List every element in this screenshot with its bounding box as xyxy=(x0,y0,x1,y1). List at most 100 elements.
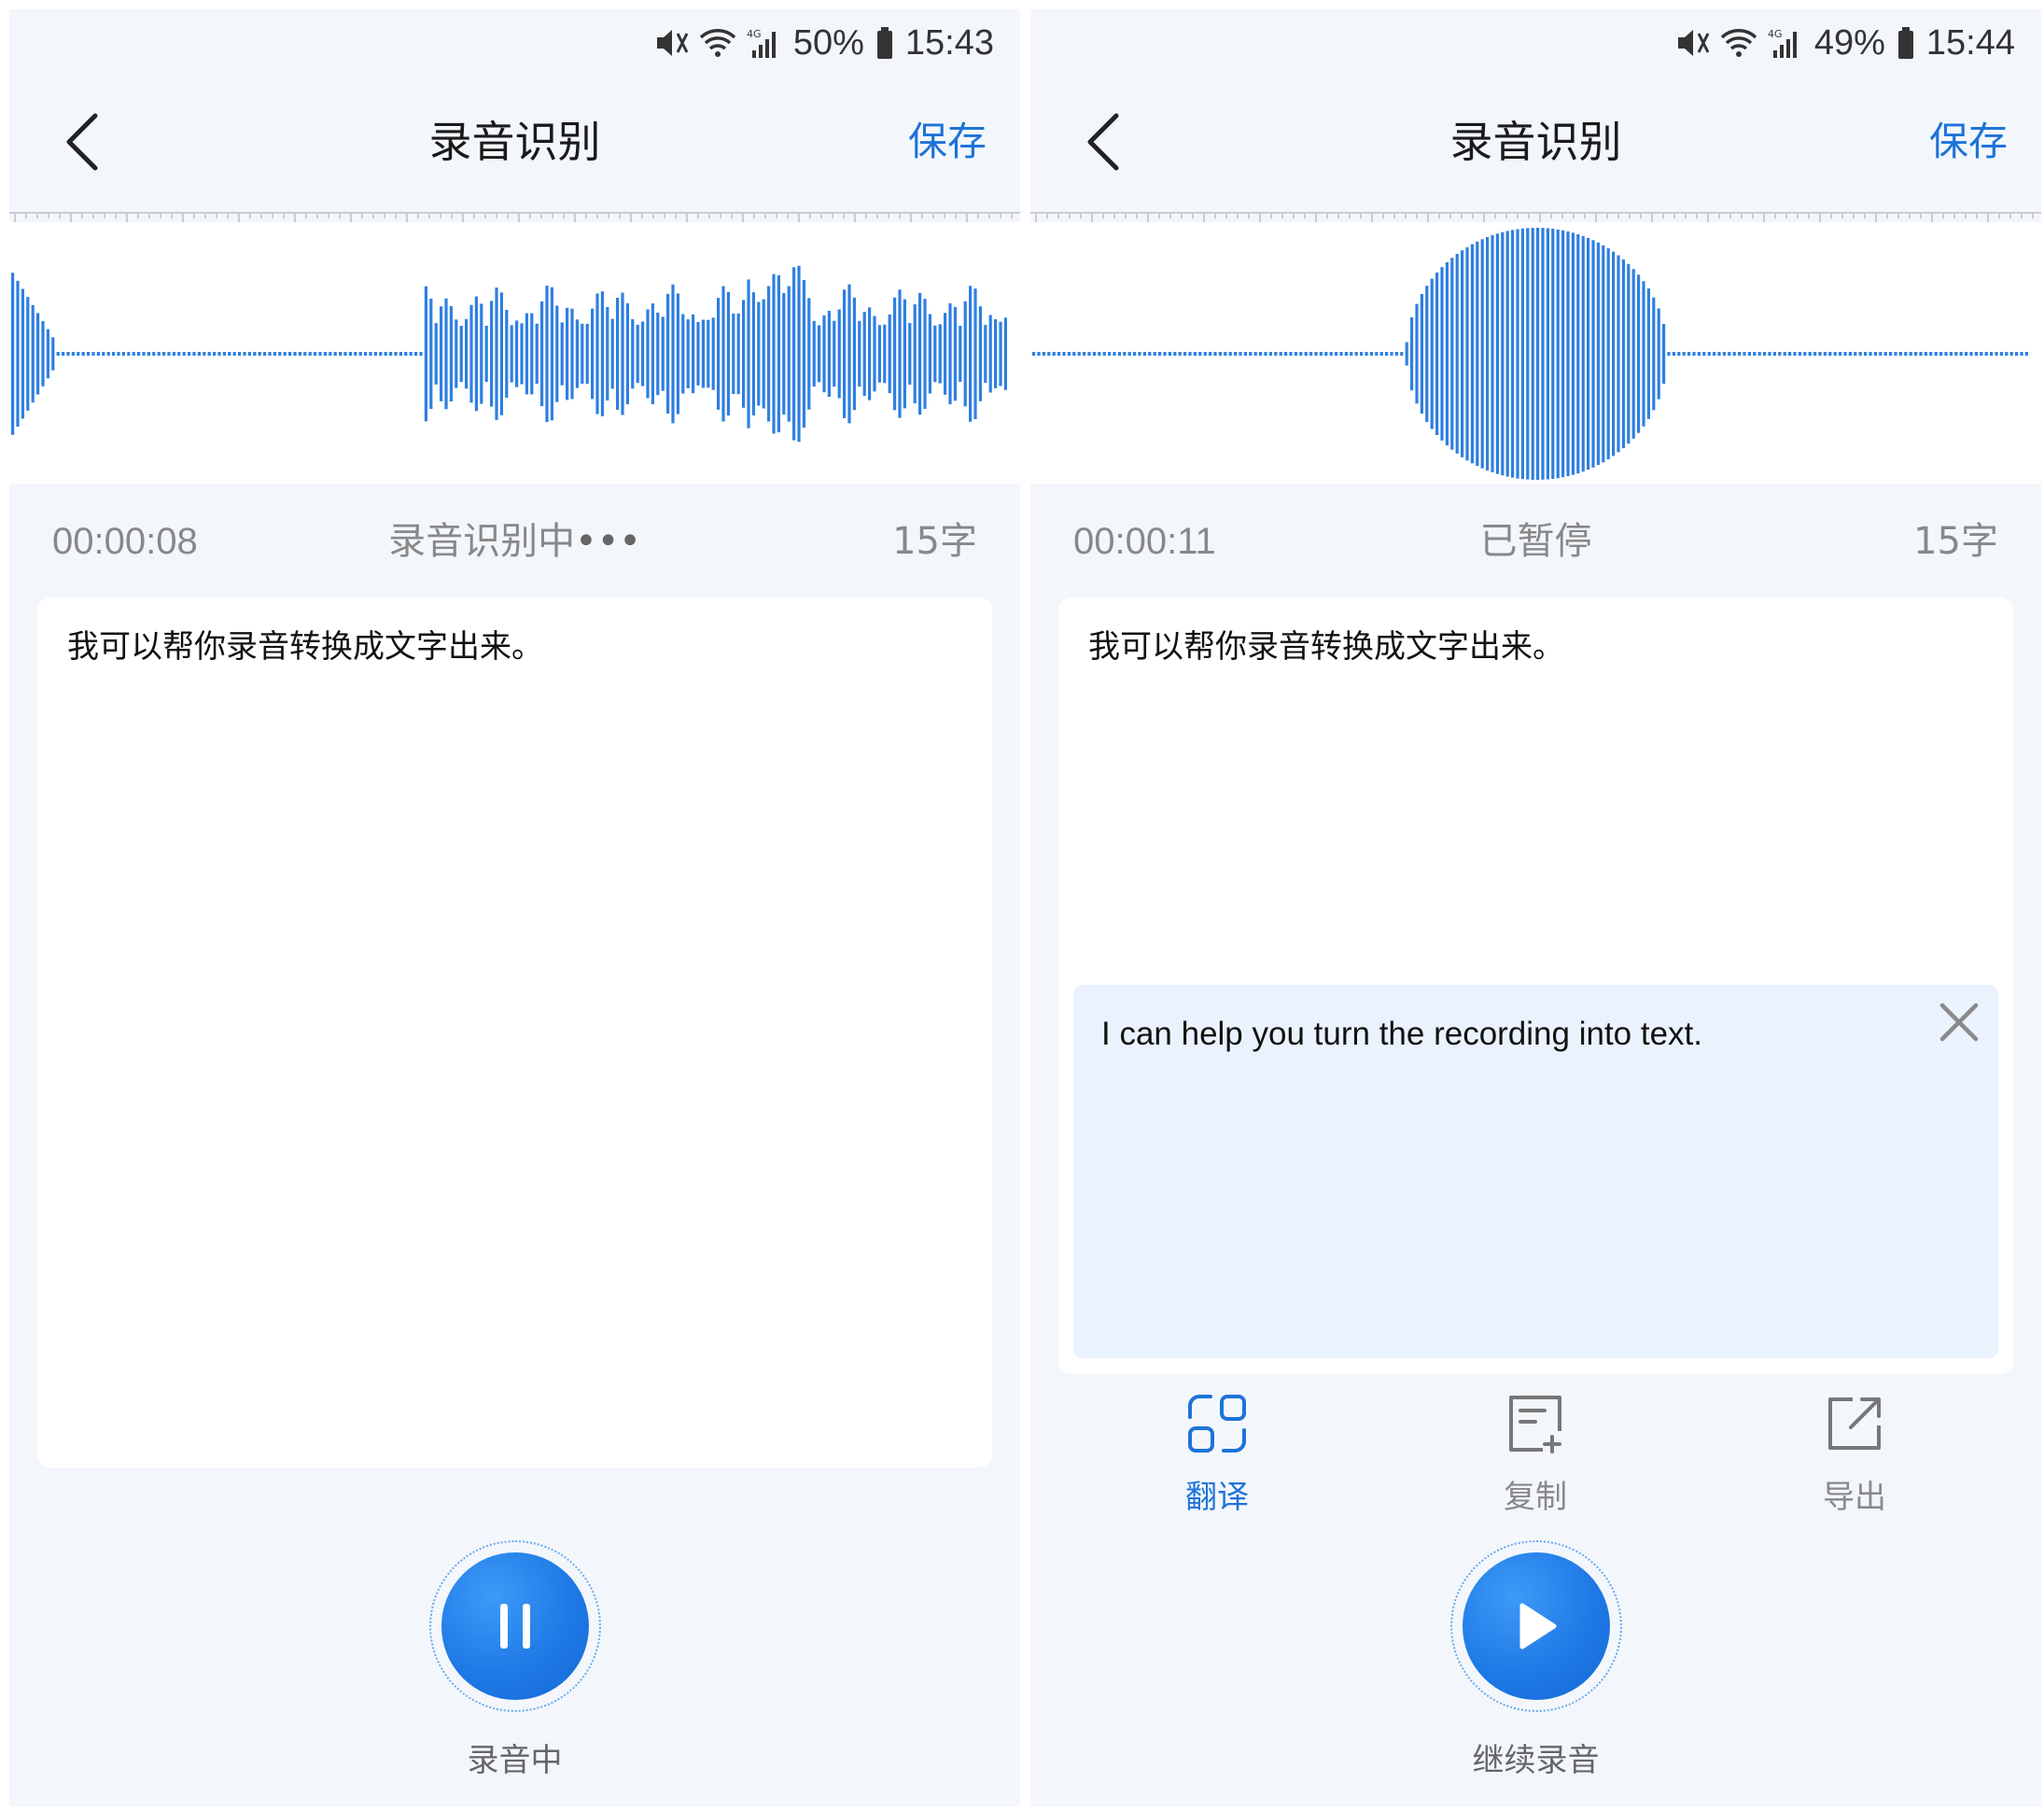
waveform-bar xyxy=(661,316,665,391)
status-row: 00:00:11 已暂停 15字 xyxy=(1030,509,2041,574)
waveform-bar xyxy=(610,318,614,389)
waveform-bar xyxy=(1697,352,1701,356)
copy-button[interactable]: 复制 xyxy=(1470,1391,1601,1522)
waveform-bar xyxy=(147,352,150,356)
save-button[interactable]: 保存 xyxy=(1929,86,2008,198)
waveform-bar xyxy=(1405,342,1408,366)
top-bar: 录音识别 保存 xyxy=(1030,86,2041,198)
waveform-bar xyxy=(117,352,120,356)
waveform-bar xyxy=(1234,352,1238,356)
transcript-card[interactable]: 我可以帮你录音转换成文字出来。 I can help you turn the … xyxy=(1058,597,2013,1374)
transcript-text[interactable]: 我可以帮你录音转换成文字出来。 xyxy=(67,625,962,668)
waveform-bar xyxy=(1465,246,1469,461)
waveform-bar xyxy=(777,274,780,433)
waveform-bar xyxy=(1974,352,1978,356)
waveform xyxy=(1030,222,2041,484)
waveform-bar xyxy=(973,288,977,419)
resume-button-core[interactable] xyxy=(1462,1552,1610,1700)
waveform-bar xyxy=(651,303,654,404)
back-button[interactable] xyxy=(1075,108,1131,175)
waveform-bar xyxy=(959,326,962,382)
status-bar: 4G 50% 15:43 xyxy=(9,9,1020,77)
waveform-bar xyxy=(162,352,166,356)
waveform-bar xyxy=(1455,254,1459,454)
waveform-bar xyxy=(1747,352,1751,356)
waveform-bar xyxy=(1864,352,1868,356)
waveform-bar xyxy=(293,352,297,356)
resume-button[interactable] xyxy=(1449,1540,1622,1712)
waveform-bar xyxy=(1294,352,1297,356)
waveform-bar xyxy=(112,352,116,356)
waveform-bar xyxy=(847,284,851,424)
waveform-bar xyxy=(1793,352,1797,356)
waveform-bar xyxy=(1445,261,1449,446)
waveform-bar xyxy=(1470,244,1474,464)
waveform-bar xyxy=(535,323,539,385)
waveform-bar xyxy=(732,313,735,395)
waveform-bar xyxy=(455,319,458,388)
char-count: 15字 xyxy=(1913,520,1998,563)
waveform-bar xyxy=(247,352,251,356)
waveform-bar xyxy=(1934,352,1938,356)
waveform-bar xyxy=(1304,352,1308,356)
close-translation-button[interactable] xyxy=(1935,998,1983,1046)
status-row: 00:00:08 录音识别中••• 15字 xyxy=(9,509,1020,574)
waveform-bar xyxy=(222,352,226,356)
waveform-bar xyxy=(26,297,30,411)
waveform-bar xyxy=(1083,352,1086,356)
waveform-bar xyxy=(1722,352,1726,356)
export-button[interactable]: 导出 xyxy=(1789,1391,1920,1522)
pause-button[interactable] xyxy=(428,1540,601,1712)
waveform-bar xyxy=(1707,352,1711,356)
waveform-bar xyxy=(1123,352,1127,356)
waveform-bar xyxy=(1360,352,1364,356)
waveform-bar xyxy=(56,352,60,356)
waveform-bar xyxy=(858,320,861,387)
waveform-bar xyxy=(298,352,301,356)
waveform-bar xyxy=(883,324,887,384)
waveform-bar xyxy=(686,319,690,388)
waveform-bar xyxy=(908,323,912,385)
waveform-bar xyxy=(1687,352,1691,356)
waveform-bar xyxy=(1631,269,1635,439)
wifi-icon xyxy=(1720,29,1757,57)
pause-button-core[interactable] xyxy=(441,1552,589,1700)
waveform-bar xyxy=(1587,237,1590,470)
waveform-bar xyxy=(1984,352,1988,356)
save-button[interactable]: 保存 xyxy=(908,86,987,198)
waveform-bar xyxy=(757,302,761,406)
waveform-bar xyxy=(525,313,528,395)
waveform-bar xyxy=(182,352,186,356)
waveform-bar xyxy=(1495,233,1499,474)
waveform-bar xyxy=(646,309,650,399)
waveform-bar xyxy=(792,267,796,441)
waveform-bar xyxy=(1037,352,1041,356)
waveform-bar xyxy=(1032,352,1036,356)
waveform-bar xyxy=(1057,352,1061,356)
waveform-bar xyxy=(1869,352,1872,356)
waveform-bar xyxy=(1117,352,1121,356)
waveform-bar xyxy=(893,297,897,411)
waveform-bar xyxy=(1999,352,2003,356)
back-button[interactable] xyxy=(54,108,110,175)
transcript-card[interactable]: 我可以帮你录音转换成文字出来。 xyxy=(37,597,992,1467)
translation-text[interactable]: I can help you turn the recording into t… xyxy=(1101,1013,1914,1056)
waveform-bar xyxy=(1924,352,1927,356)
waveform-bar xyxy=(1823,352,1827,356)
waveform-bar xyxy=(434,323,438,385)
recognition-state: 已暂停 xyxy=(1479,520,1592,563)
waveform-bar xyxy=(77,352,80,356)
waveform-bar xyxy=(152,352,156,356)
translate-button[interactable]: 翻译 xyxy=(1152,1391,1282,1522)
svg-text:4G: 4G xyxy=(747,28,762,40)
waveform-bar xyxy=(1546,228,1549,480)
transcript-text[interactable]: 我可以帮你录音转换成文字出来。 xyxy=(1088,625,1983,668)
waveform-bar xyxy=(1783,352,1786,356)
waveform-bar xyxy=(192,352,196,356)
waveform-bar xyxy=(953,306,957,401)
waveform-bar xyxy=(550,287,553,421)
waveform-bar xyxy=(329,352,332,356)
translate-scan-icon xyxy=(1188,1395,1246,1453)
waveform-bar xyxy=(358,352,362,356)
waveform-bar xyxy=(1072,352,1076,356)
